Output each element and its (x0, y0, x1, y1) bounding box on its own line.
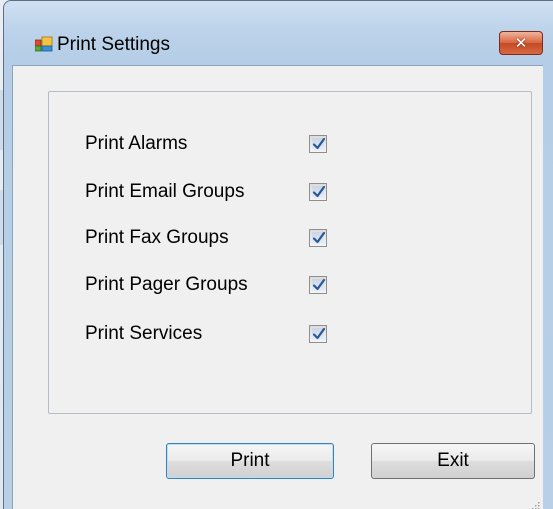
settings-window-icon (34, 36, 53, 52)
window-title: Print Settings (57, 34, 170, 55)
checkmark-icon (312, 278, 326, 291)
print-services-checkbox[interactable] (309, 325, 327, 343)
option-print-fax-groups: Print Fax Groups (85, 226, 385, 250)
print-alarms-checkbox[interactable] (309, 135, 327, 153)
title-bar[interactable]: Print Settings ✕ (4, 1, 553, 61)
option-print-pager-groups: Print Pager Groups (85, 273, 385, 297)
option-print-email-groups: Print Email Groups (85, 180, 385, 204)
print-email-groups-checkbox[interactable] (309, 183, 327, 201)
options-panel: Print Alarms Print Email Groups Print Fa… (48, 91, 532, 414)
option-print-services: Print Services (85, 322, 385, 346)
checkmark-icon (312, 327, 326, 340)
exit-button[interactable]: Exit (371, 443, 535, 479)
option-print-alarms: Print Alarms (85, 132, 385, 156)
dialog-client-area: Print Alarms Print Email Groups Print Fa… (12, 65, 543, 509)
option-label: Print Alarms (85, 133, 188, 154)
checkmark-icon (312, 137, 326, 150)
screen: Print Settings ✕ Print Alarms Print Emai… (0, 0, 553, 509)
print-button[interactable]: Print (166, 443, 334, 479)
close-button[interactable]: ✕ (499, 31, 543, 55)
print-settings-dialog: Print Settings ✕ Print Alarms Print Emai… (3, 0, 553, 509)
option-label: Print Pager Groups (85, 274, 248, 295)
option-label: Print Email Groups (85, 181, 245, 202)
option-label: Print Services (85, 323, 203, 344)
resize-grip-icon[interactable] (530, 497, 540, 509)
print-fax-groups-checkbox[interactable] (309, 229, 327, 247)
checkmark-icon (312, 231, 326, 244)
option-label: Print Fax Groups (85, 227, 229, 248)
checkmark-icon (312, 185, 326, 198)
print-pager-groups-checkbox[interactable] (309, 276, 327, 294)
close-icon: ✕ (514, 34, 528, 52)
